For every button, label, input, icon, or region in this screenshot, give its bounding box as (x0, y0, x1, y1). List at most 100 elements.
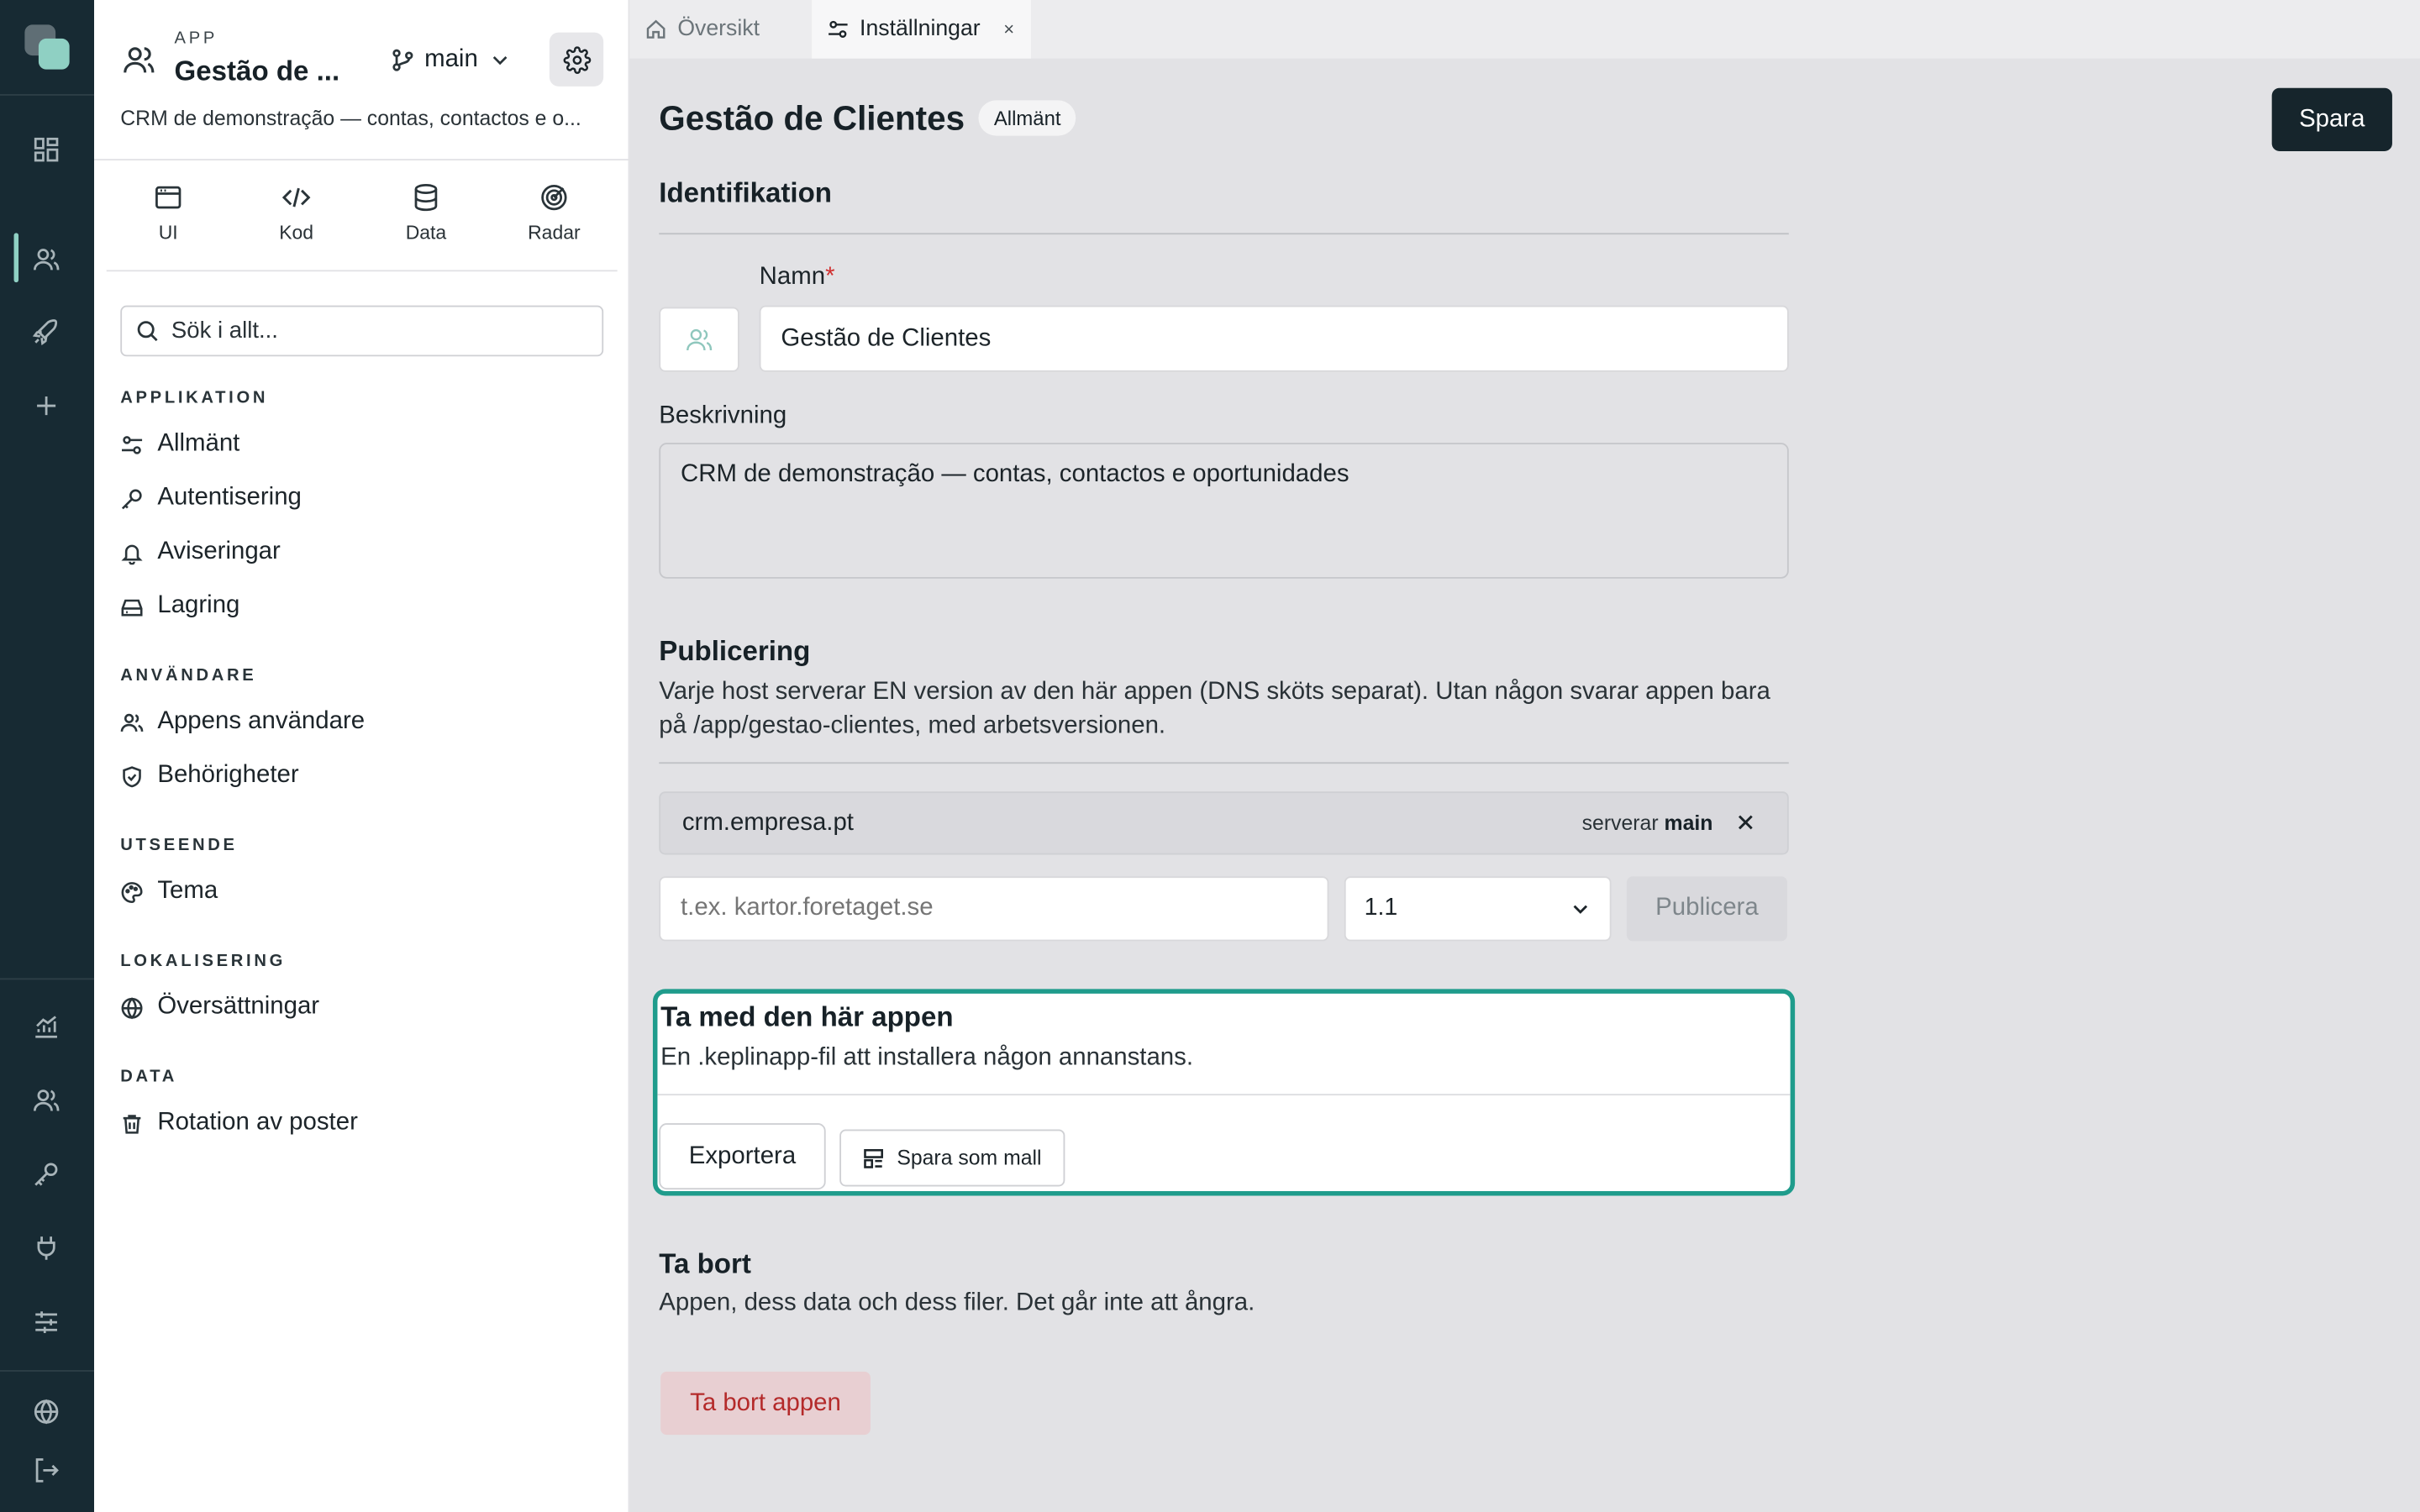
take-along-section: Ta med den här appen En .keplinapp-fil a… (652, 989, 1796, 1196)
tab-oversikt[interactable]: Översikt (629, 0, 810, 59)
settings-sliders-icon (827, 18, 849, 40)
trash-icon (120, 1111, 144, 1135)
database-icon (411, 182, 442, 213)
tool-radar[interactable]: Radar (508, 182, 600, 244)
delete-description: Appen, dess data och dess filer. Det går… (659, 1289, 1255, 1316)
branch-selector[interactable]: main (391, 43, 513, 76)
section-title-utseende: UTSEENDE (120, 836, 238, 855)
host-input[interactable] (659, 876, 1329, 942)
tool-ui-label: UI (158, 222, 178, 244)
close-tab-icon[interactable]: × (1003, 18, 1014, 40)
chevron-down-icon (487, 48, 512, 72)
name-label: Namn* (759, 264, 835, 291)
save-button[interactable]: Spara (2271, 87, 2392, 152)
app-description: CRM de demonstração — contas, contactos … (120, 106, 581, 130)
nav-item-label: Rotation av poster (157, 1109, 358, 1136)
nav-item-label: Lagring (157, 592, 240, 619)
section-badge: Allmänt (978, 100, 1076, 136)
dashboard-icon[interactable] (28, 131, 65, 168)
icon-rail (0, 0, 95, 1512)
description-field[interactable]: CRM de demonstração — contas, contactos … (659, 443, 1789, 579)
publishing-heading: Publicering (659, 635, 811, 667)
users-icon[interactable] (28, 241, 65, 278)
nav-item-aviseringar[interactable]: Aviseringar (120, 534, 281, 571)
nav-item-behorigheter[interactable]: Behörigheter (120, 758, 299, 795)
template-icon (863, 1147, 885, 1169)
name-field[interactable] (759, 305, 1789, 372)
nav-item-label: Tema (157, 878, 218, 905)
page-title: Gestão de Clientes (659, 98, 965, 138)
rail-active-indicator (13, 233, 19, 283)
section-title-applikation: APPLIKATION (120, 388, 269, 407)
delete-app-button[interactable]: Ta bort appen (660, 1371, 871, 1436)
tab-label: Översikt (677, 17, 760, 42)
nav-item-lagring[interactable]: Lagring (120, 588, 239, 625)
export-button[interactable]: Exportera (659, 1123, 826, 1190)
team-icon[interactable] (28, 1082, 65, 1119)
home-icon (645, 18, 667, 40)
key-icon[interactable] (28, 1156, 65, 1193)
tool-kod[interactable]: Kod (250, 182, 343, 244)
app-users-icon (122, 43, 155, 76)
logout-icon[interactable] (28, 1452, 65, 1488)
host-name: crm.empresa.pt (681, 810, 854, 837)
analytics-icon[interactable] (28, 1007, 65, 1044)
tab-label: Inställningar (860, 17, 981, 42)
tool-data[interactable]: Data (380, 182, 472, 244)
users-icon (120, 711, 144, 734)
search-icon (136, 319, 160, 343)
publishing-description: Varje host serverar EN version av den hä… (659, 679, 1770, 739)
sliders-icon (120, 433, 144, 456)
radar-icon (539, 182, 570, 213)
app-settings-button[interactable] (549, 32, 604, 87)
storage-icon (120, 595, 144, 618)
tab-bar: Översikt Inställningar × (629, 0, 2420, 59)
shield-check-icon (120, 764, 144, 788)
key-icon (120, 486, 144, 510)
host-serves: serverar main (1581, 811, 1713, 835)
identification-heading: Identifikation (659, 177, 833, 208)
take-along-description: En .keplinapp-fil att installera någon a… (660, 1044, 1194, 1071)
gear-icon (562, 45, 591, 74)
nav-item-rotation-av-poster[interactable]: Rotation av poster (120, 1105, 358, 1142)
app-title: Gestão de ... (174, 55, 340, 87)
settings-main: Gestão de Clientes Allmänt Spara Identif… (629, 58, 2420, 1512)
section-title-lokalisering: LOKALISERING (120, 952, 287, 971)
tool-radar-label: Radar (528, 222, 581, 244)
delete-heading: Ta bort (659, 1247, 751, 1279)
take-along-heading: Ta med den här appen (660, 1001, 954, 1032)
version-select[interactable]: 1.1 (1344, 876, 1612, 942)
code-icon (281, 182, 312, 213)
save-as-template-button[interactable]: Spara som mall (839, 1129, 1065, 1187)
nav-item-label: Översättningar (157, 993, 320, 1021)
globe-icon (120, 996, 144, 1020)
search-input[interactable] (171, 318, 573, 344)
adjustments-icon[interactable] (28, 1304, 65, 1341)
description-label: Beskrivning (659, 402, 787, 429)
remove-host-icon[interactable] (1734, 811, 1756, 833)
nav-item-label: Aviseringar (157, 538, 281, 565)
nav-item-label: Appens användare (157, 708, 366, 735)
git-branch-icon (391, 48, 415, 72)
nav-item-tema[interactable]: Tema (120, 874, 218, 911)
tab-installningar[interactable]: Inställningar × (812, 0, 1031, 59)
section-title-anvandare: ANVÄNDARE (120, 666, 257, 685)
rocket-icon[interactable] (28, 313, 65, 350)
nav-item-label: Behörigheter (157, 762, 299, 789)
nav-item-autentisering[interactable]: Autentisering (120, 480, 302, 517)
plus-icon[interactable] (28, 387, 65, 424)
tool-ui[interactable]: UI (122, 182, 214, 244)
browser-window-icon (153, 182, 184, 213)
tool-kod-label: Kod (279, 222, 314, 244)
search-box[interactable] (120, 305, 604, 357)
globe-icon[interactable] (28, 1394, 65, 1431)
logo[interactable] (24, 24, 71, 71)
plug-icon[interactable] (28, 1230, 65, 1267)
nav-item-allmant[interactable]: Allmänt (120, 426, 239, 463)
publish-button[interactable]: Publicera (1626, 876, 1787, 942)
nav-item-oversattningar[interactable]: Översättningar (120, 989, 319, 1026)
required-mark: * (825, 264, 835, 291)
app-icon-picker[interactable] (659, 307, 739, 372)
nav-item-appens-anvandare[interactable]: Appens användare (120, 704, 365, 741)
nav-item-label: Autentisering (157, 484, 302, 511)
